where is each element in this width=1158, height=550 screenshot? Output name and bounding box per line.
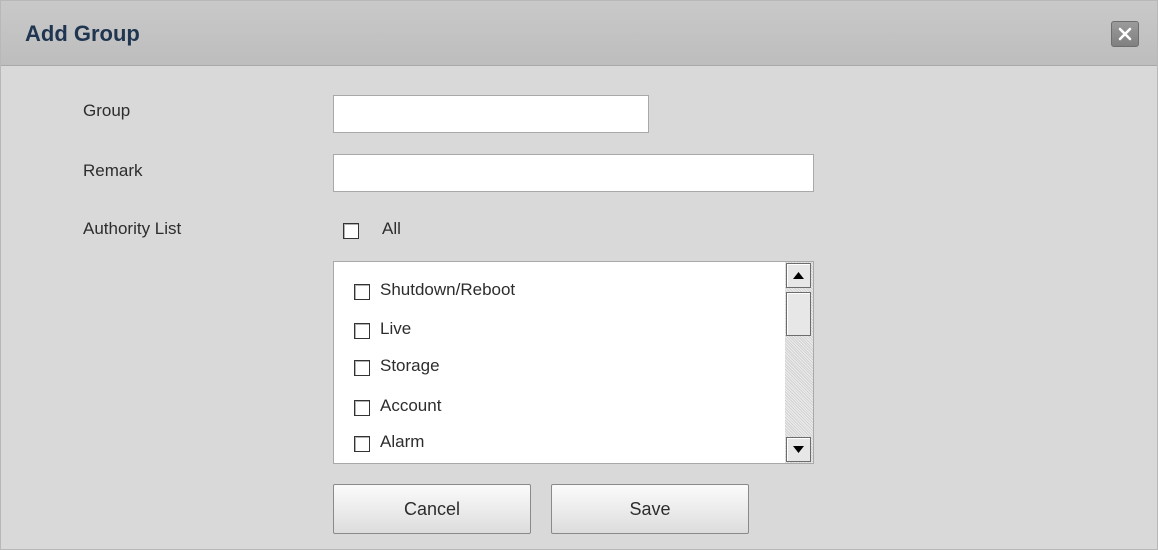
authority-item-shutdown-reboot[interactable]: Shutdown/Reboot: [354, 280, 774, 302]
checkbox[interactable]: [354, 400, 370, 416]
authority-item-live[interactable]: Live: [354, 319, 774, 341]
dialog-title: Add Group: [25, 21, 140, 46]
cancel-button[interactable]: Cancel: [333, 484, 531, 534]
remark-label: Remark: [83, 161, 143, 180]
scroll-up-button[interactable]: [786, 263, 811, 288]
close-button[interactable]: [1111, 21, 1139, 47]
scroll-up-arrow-icon: [793, 272, 804, 279]
save-button[interactable]: Save: [551, 484, 749, 534]
authority-list[interactable]: Shutdown/Reboot Live Storage Account Ala…: [333, 261, 814, 464]
authority-item-label: Shutdown/Reboot: [380, 280, 516, 299]
all-checkbox[interactable]: [343, 223, 359, 239]
authority-item-label: Alarm: [380, 432, 425, 451]
authority-item-label: Account: [380, 396, 442, 415]
group-input[interactable]: [333, 95, 649, 133]
authority-item-label: Live: [380, 319, 412, 338]
vertical-scrollbar[interactable]: [785, 262, 813, 463]
dialog-titlebar: Add Group: [1, 1, 1157, 66]
checkbox[interactable]: [354, 436, 370, 452]
authority-item-storage[interactable]: Storage: [354, 356, 774, 378]
scroll-thumb[interactable]: [786, 292, 811, 336]
scroll-down-button[interactable]: [786, 437, 811, 462]
authority-item-alarm[interactable]: Alarm: [354, 432, 774, 454]
all-checkbox-label: All: [382, 219, 401, 238]
group-label: Group: [83, 101, 131, 120]
add-group-dialog: Add Group Group Remark Authority List Al…: [0, 0, 1158, 550]
scroll-down-arrow-icon: [793, 446, 804, 453]
close-icon: [1118, 27, 1132, 41]
remark-input[interactable]: [333, 154, 814, 192]
authority-list-label: Authority List: [83, 219, 182, 238]
authority-item-label: Storage: [380, 356, 440, 375]
checkbox[interactable]: [354, 323, 370, 339]
authority-item-account[interactable]: Account: [354, 396, 774, 418]
checkbox[interactable]: [354, 284, 370, 300]
checkbox[interactable]: [354, 360, 370, 376]
